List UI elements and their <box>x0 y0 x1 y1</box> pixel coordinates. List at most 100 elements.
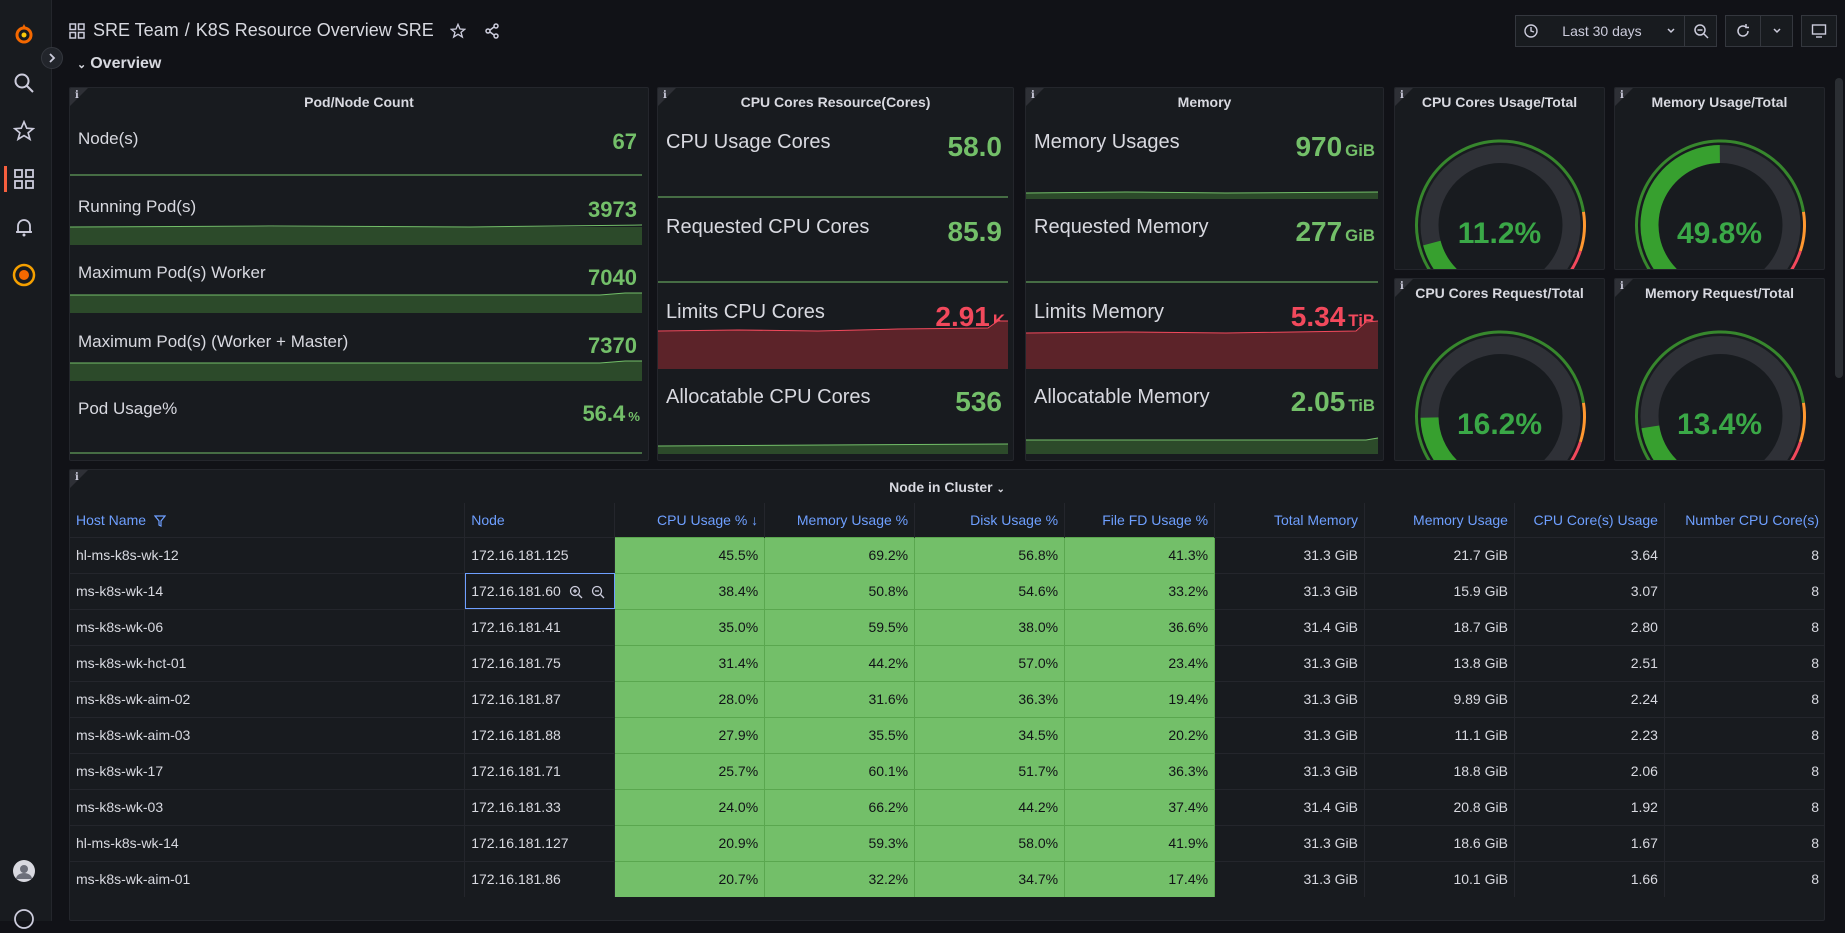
tv-mode-button[interactable] <box>1801 15 1837 47</box>
table-cell[interactable]: ms-k8s-wk-aim-02 <box>70 680 466 717</box>
table-row[interactable]: hl-ms-k8s-wk-14 172.16.181.127 20.9% 59.3% 5… <box>70 824 1824 861</box>
table-cell[interactable]: ms-k8s-wk-aim-03 <box>70 716 466 753</box>
column-header-total-memory[interactable]: Total Memory <box>1214 503 1365 537</box>
table-row[interactable]: ms-k8s-wk-03 172.16.181.33 24.0% 66.2% 44.2%… <box>70 788 1824 825</box>
table-cell[interactable]: ms-k8s-wk-aim-01 <box>70 860 466 897</box>
refresh-interval-button[interactable] <box>1761 15 1793 47</box>
table-cell[interactable]: ms-k8s-wk-06 <box>70 608 466 645</box>
column-header-host-name[interactable]: Host Name <box>70 503 466 537</box>
table-cell: 44.2% <box>914 788 1066 825</box>
table-cell[interactable]: ms-k8s-wk-17 <box>70 752 466 789</box>
gauge-panel-memory-request[interactable]: i Memory Request/Total 13.4% <box>1614 278 1825 461</box>
filter-for-value-icon[interactable] <box>569 585 583 599</box>
search-icon[interactable] <box>10 69 38 97</box>
table-cell: 27.9% <box>614 716 766 753</box>
cell-text: 172.16.181.60 <box>471 582 561 599</box>
stat-cpu-usage-cores: CPU Usage Cores 58.0 <box>658 119 1013 199</box>
table-row[interactable]: ms-k8s-wk-hct-01 172.16.181.75 31.4% 44.2% 5… <box>70 644 1824 681</box>
table-cell[interactable]: 172.16.181.60 <box>464 572 616 609</box>
table-row[interactable]: hl-ms-k8s-wk-12 172.16.181.125 45.5% 69.2% 5… <box>70 536 1824 573</box>
toolbar: Last 30 days <box>1515 15 1837 47</box>
table-cell[interactable]: 172.16.181.125 <box>464 536 616 573</box>
column-header-cpu-usage[interactable]: CPU Usage % ↓ <box>614 503 766 537</box>
table-cell[interactable]: hl-ms-k8s-wk-12 <box>70 536 466 573</box>
table-row[interactable]: ms-k8s-wk-aim-03 172.16.181.88 27.9% 35.5% 3… <box>70 716 1824 753</box>
cpu-cores-panel[interactable]: i CPU Cores Resource(Cores) CPU Usage Co… <box>657 87 1014 461</box>
column-header-memory-usage[interactable]: Memory Usage % <box>764 503 916 537</box>
dashboard-header: SRE Team / K8S Resource Overview SRE Las… <box>52 0 1845 60</box>
time-picker-button[interactable]: Last 30 days <box>1515 15 1685 47</box>
pod-node-count-panel[interactable]: i Pod/Node Count Node(s) 67 Running Pod(… <box>69 87 649 461</box>
stat-running-pods: Running Pod(s) 3973 <box>70 187 648 245</box>
page-title[interactable]: K8S Resource Overview SRE <box>196 20 434 41</box>
table-cell: 18.7 GiB <box>1364 608 1515 645</box>
row-title: Overview <box>90 55 162 72</box>
dashboards-grid-icon <box>69 22 85 39</box>
sparkline <box>658 196 1008 198</box>
zoom-out-button[interactable] <box>1685 15 1717 47</box>
row-header[interactable]: ⌄ Overview <box>77 55 161 73</box>
table-row[interactable]: ms-k8s-wk-aim-01 172.16.181.86 20.7% 32.2% 3… <box>70 860 1824 897</box>
memory-panel[interactable]: i Memory Memory Usages 970 GiB Requested … <box>1025 87 1384 461</box>
breadcrumb-folder[interactable]: SRE Team <box>93 20 179 41</box>
column-header-node[interactable]: Node <box>464 503 616 537</box>
sort-desc-icon: ↓ <box>751 511 759 528</box>
table-cell[interactable]: 172.16.181.87 <box>464 680 616 717</box>
table-cell: 8 <box>1664 860 1824 897</box>
table-cell: 2.80 <box>1514 608 1665 645</box>
help-icon[interactable] <box>10 905 38 933</box>
grafana-logo-icon[interactable] <box>10 20 38 48</box>
table-row[interactable]: ms-k8s-wk-14 172.16.181.60 38.4% 50.8% 54.6%… <box>70 572 1824 609</box>
table-cell[interactable]: ms-k8s-wk-03 <box>70 788 466 825</box>
stat-pod-usage: Pod Usage% 56.4% <box>70 391 648 455</box>
table-cell[interactable]: hl-ms-k8s-wk-14 <box>70 824 466 861</box>
table-cell: 57.0% <box>914 644 1066 681</box>
zoom-out-icon <box>1693 24 1709 39</box>
gauge-panel-memory-usage[interactable]: i Memory Usage/Total 49.8% <box>1614 87 1825 270</box>
table-cell[interactable]: 172.16.181.86 <box>464 860 616 897</box>
favorite-star-icon[interactable] <box>449 22 466 39</box>
table-cell[interactable]: 172.16.181.33 <box>464 788 616 825</box>
table-row[interactable]: ms-k8s-wk-aim-02 172.16.181.87 28.0% 31.6% 3… <box>70 680 1824 717</box>
table-cell: 23.4% <box>1064 644 1216 681</box>
table-row[interactable]: ms-k8s-wk-17 172.16.181.71 25.7% 60.1% 51.7%… <box>70 752 1824 789</box>
table-cell: 31.3 GiB <box>1214 752 1365 789</box>
table-cell: 8 <box>1664 608 1824 645</box>
table-cell: 56.8% <box>914 536 1066 573</box>
gauge-value: 13.4% <box>1676 408 1763 441</box>
gauge-panel-cpu-usage[interactable]: i CPU Cores Usage/Total 11.2% <box>1394 87 1605 270</box>
table-cell: 28.0% <box>614 680 766 717</box>
panel-title[interactable]: Node in Cluster ⌄ <box>70 479 1824 495</box>
column-header-cpu-core-usage[interactable]: CPU Core(s) Usage <box>1514 503 1665 537</box>
star-icon[interactable] <box>10 117 38 145</box>
sparkline <box>70 224 643 245</box>
column-header-file-fd-usage[interactable]: File FD Usage % <box>1064 503 1216 537</box>
column-header-cpu-core-count[interactable]: Number CPU Core(s) <box>1664 503 1824 537</box>
gauge-value: 49.8% <box>1676 217 1763 250</box>
table-cell[interactable]: ms-k8s-wk-14 <box>70 572 466 609</box>
table-cell[interactable]: ms-k8s-wk-hct-01 <box>70 644 466 681</box>
monitor-icon <box>1811 24 1827 38</box>
dashboards-icon[interactable] <box>10 165 38 193</box>
table-cell[interactable]: 172.16.181.41 <box>464 608 616 645</box>
table-cell[interactable]: 172.16.181.75 <box>464 644 616 681</box>
user-avatar[interactable] <box>10 857 38 885</box>
column-header-disk-usage[interactable]: Disk Usage % <box>914 503 1066 537</box>
table-cell[interactable]: 172.16.181.71 <box>464 752 616 789</box>
filter-icon[interactable] <box>153 515 167 528</box>
table-cell[interactable]: 172.16.181.127 <box>464 824 616 861</box>
node-table-panel[interactable]: i Node in Cluster ⌄ Host Name Node CPU U… <box>69 469 1825 921</box>
filter-out-value-icon[interactable] <box>591 585 605 599</box>
column-header-memory-usage-abs[interactable]: Memory Usage <box>1364 503 1515 537</box>
sparkline <box>1026 281 1378 283</box>
table-cell[interactable]: 172.16.181.88 <box>464 716 616 753</box>
oncall-icon[interactable] <box>10 261 38 289</box>
scrollbar[interactable] <box>1835 78 1843 378</box>
share-icon[interactable] <box>484 22 500 39</box>
chevron-down-icon: ⌄ <box>996 484 1005 495</box>
refresh-button[interactable] <box>1725 15 1761 47</box>
bell-icon[interactable] <box>10 213 38 241</box>
table-cell: 54.6% <box>914 572 1066 609</box>
gauge-panel-cpu-request[interactable]: i CPU Cores Request/Total 16.2% <box>1394 278 1605 461</box>
table-row[interactable]: ms-k8s-wk-06 172.16.181.41 35.0% 59.5% 38.0%… <box>70 608 1824 645</box>
